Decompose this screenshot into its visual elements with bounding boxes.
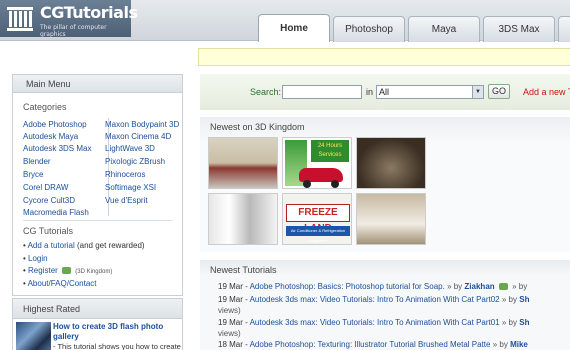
author-link[interactable]: Ziakhan bbox=[464, 282, 494, 291]
kingdom-title: Newest on 3D Kingdom bbox=[210, 122, 305, 132]
tutorial-row: 19 Mar - Autodesk 3ds max: Video Tutoria… bbox=[218, 295, 530, 304]
wheel bbox=[331, 180, 339, 188]
logo[interactable]: CGTutorials The pillar of computer graph… bbox=[0, 0, 138, 38]
search-scope-select[interactable]: All ▼ bbox=[376, 85, 484, 99]
notice-bar bbox=[198, 48, 570, 66]
tutorial-link[interactable]: Adobe Photoshop: Basics: Photoshop tutor… bbox=[250, 282, 445, 291]
tutorial-thumbnail[interactable] bbox=[16, 322, 51, 350]
divider bbox=[23, 220, 173, 221]
add-tutorial-row: • Add a tutorial (and get rewarded) bbox=[23, 241, 145, 250]
tutorial-link[interactable]: Autodesk 3ds max: Video Tutorials: Intro… bbox=[250, 295, 500, 304]
views-label: views) bbox=[218, 329, 241, 338]
pillar-logo-icon bbox=[7, 7, 33, 31]
go-button[interactable]: GO bbox=[488, 84, 510, 99]
tutorials-title: Newest Tutorials bbox=[210, 265, 277, 275]
category-link[interactable]: Maxon Bodypaint 3D bbox=[105, 120, 179, 129]
kingdom-thumbnail[interactable] bbox=[356, 137, 426, 189]
category-link[interactable]: Rhinoceros bbox=[105, 170, 145, 179]
category-link[interactable]: Adobe Photoshop bbox=[23, 120, 87, 129]
about-link[interactable]: About/FAQ/Contact bbox=[28, 279, 97, 288]
author-link[interactable]: Sh bbox=[519, 318, 529, 327]
tutorial-date: 19 Mar bbox=[218, 318, 243, 327]
main-menu-title: Main Menu bbox=[13, 75, 182, 93]
register-note: (3D Kingdom) bbox=[75, 269, 113, 275]
arrow-right-icon bbox=[498, 283, 508, 291]
tab-more[interactable] bbox=[558, 16, 570, 42]
category-link[interactable]: Softimage XSI bbox=[105, 183, 156, 192]
search-scope-value: All bbox=[379, 87, 390, 97]
author-link[interactable]: Mike bbox=[510, 340, 528, 349]
kingdom-thumbnail[interactable]: FREEZE LAND Air Conditioner & Refrigerat… bbox=[282, 193, 352, 245]
highest-rated-panel: Highest Rated How to create 3D flash pho… bbox=[12, 298, 183, 350]
author-link[interactable]: Sh bbox=[519, 295, 529, 304]
by-label: » by bbox=[512, 282, 528, 291]
category-link[interactable]: Blender bbox=[23, 157, 51, 166]
rated-tutorial-desc: - This tutorial shows you how to create … bbox=[53, 342, 181, 350]
category-link[interactable]: Autodesk 3DS Max bbox=[23, 144, 91, 153]
chevron-down-icon[interactable]: ▼ bbox=[472, 86, 483, 98]
rated-tutorial-title[interactable]: How to create 3D flash photo gallery bbox=[53, 322, 181, 342]
cg-tutorials-title: CG Tutorials bbox=[23, 226, 74, 236]
login-row: • Login bbox=[23, 254, 48, 263]
tutorial-row: 19 Mar - Autodesk 3ds max: Video Tutoria… bbox=[218, 318, 530, 327]
tutorial-link[interactable]: Adobe Photoshop: Texturing: Illustrator … bbox=[250, 340, 491, 349]
by-label: » by bbox=[447, 282, 463, 291]
tutorial-row: 18 Mar - Adobe Photoshop: Texturing: Ill… bbox=[218, 340, 528, 349]
tutorial-date: 19 Mar bbox=[218, 282, 243, 291]
by-label: » by bbox=[492, 340, 508, 349]
kingdom-thumbnail[interactable] bbox=[208, 193, 278, 245]
search-bar: Search: in All ▼ GO Add a new T bbox=[200, 74, 570, 110]
newest-tutorials-panel: Newest Tutorials 19 Mar - Adobe Photosho… bbox=[200, 260, 570, 350]
register-link[interactable]: Register bbox=[28, 266, 58, 275]
category-link[interactable]: Pixologic ZBrush bbox=[105, 157, 165, 166]
main-menu: Main Menu Categories Adobe Photoshop Aut… bbox=[12, 74, 183, 296]
freeze-land-text: FREEZE LAND bbox=[286, 204, 350, 234]
arrow-right-icon bbox=[62, 267, 72, 275]
tutorial-link[interactable]: Autodesk 3ds max: Video Tutorials: Intro… bbox=[250, 318, 500, 327]
about-row: • About/FAQ/Contact bbox=[23, 279, 97, 288]
tutorial-date: 18 Mar bbox=[218, 340, 243, 349]
category-link[interactable]: Autodesk Maya bbox=[23, 132, 78, 141]
highest-rated-title: Highest Rated bbox=[13, 299, 182, 319]
by-label: » by bbox=[501, 318, 517, 327]
views-label: views) bbox=[218, 306, 241, 315]
category-link[interactable]: Corel DRAW bbox=[23, 183, 68, 192]
by-label: » by bbox=[501, 295, 517, 304]
wheel bbox=[303, 180, 311, 188]
kingdom-thumbnail[interactable] bbox=[208, 137, 278, 189]
tab-home[interactable]: Home bbox=[258, 14, 330, 42]
newest-kingdom-panel: Newest on 3D Kingdom 24 Hours Services F… bbox=[200, 117, 570, 252]
logo-title: CGTutorials bbox=[40, 3, 138, 22]
search-input[interactable] bbox=[282, 85, 362, 99]
categories-title: Categories bbox=[23, 102, 67, 112]
tutorial-date: 19 Mar bbox=[218, 295, 243, 304]
tutorial-row: 19 Mar - Adobe Photoshop: Basics: Photos… bbox=[218, 282, 528, 291]
login-link[interactable]: Login bbox=[28, 254, 48, 263]
tab-3ds-max[interactable]: 3DS Max bbox=[483, 16, 555, 42]
kingdom-thumbnail[interactable] bbox=[356, 193, 426, 245]
site-header: CGTutorials The pillar of computer graph… bbox=[0, 0, 570, 42]
tab-photoshop[interactable]: Photoshop bbox=[333, 16, 405, 42]
category-link[interactable]: LightWave 3D bbox=[105, 144, 155, 153]
freeze-land-sub: Air Conditioner & Refrigeration Engineer… bbox=[286, 226, 350, 243]
category-link[interactable]: Cycore Cult3D bbox=[23, 196, 75, 205]
services-banner: 24 Hours Services bbox=[311, 140, 349, 162]
category-link[interactable]: Maxon Cinema 4D bbox=[105, 132, 171, 141]
logo-tagline: The pillar of computer graphics bbox=[40, 24, 107, 38]
category-link[interactable]: Bryce bbox=[23, 170, 43, 179]
add-tutorial-link[interactable]: Add a tutorial bbox=[28, 241, 75, 250]
add-tutorial-note: (and get rewarded) bbox=[76, 241, 145, 250]
tab-maya[interactable]: Maya bbox=[408, 16, 480, 42]
search-label: Search: bbox=[250, 87, 282, 97]
category-link[interactable]: Vue d'Esprit bbox=[105, 196, 148, 205]
register-row: • Register (3D Kingdom) bbox=[23, 266, 113, 275]
add-new-link[interactable]: Add a new T bbox=[523, 87, 570, 97]
kingdom-thumbnail[interactable]: 24 Hours Services bbox=[282, 137, 352, 189]
category-link[interactable]: Macromedia Flash bbox=[23, 208, 89, 217]
in-label: in bbox=[366, 87, 374, 97]
